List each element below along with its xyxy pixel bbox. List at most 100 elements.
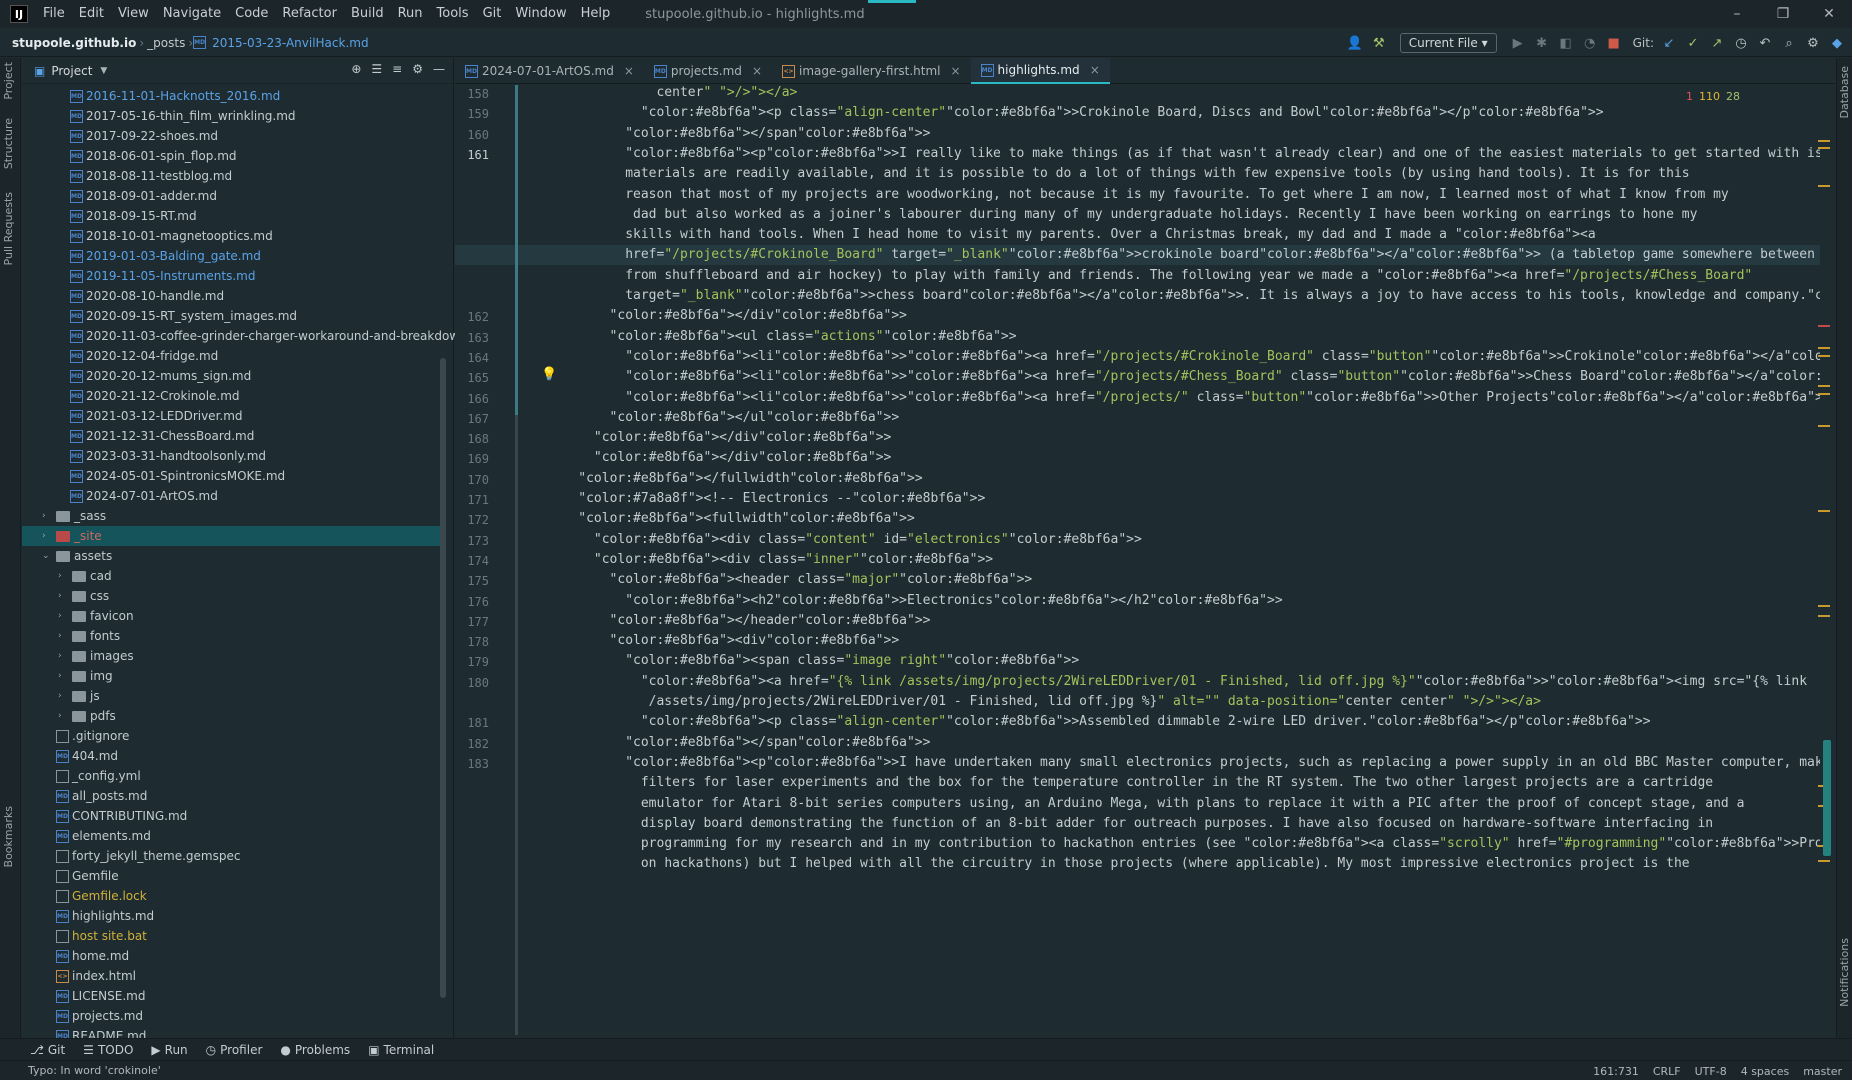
user-icon[interactable]: 👤 [1346, 34, 1364, 52]
tree-item[interactable]: MD all_posts.md [22, 786, 442, 806]
code-line[interactable]: "color:#e8bf6a"><li"color:#e8bf6a">>"col… [625, 369, 1820, 389]
tree-item[interactable]: › js [22, 686, 442, 706]
chevron-down-icon[interactable]: ▼ [100, 66, 107, 76]
menu-git[interactable]: Git [476, 0, 509, 28]
tree-item[interactable]: MD 2016-11-01-Hacknotts_2016.md [22, 86, 442, 106]
tree-item[interactable]: › _site [22, 526, 442, 546]
tree-item[interactable]: › img [22, 666, 442, 686]
hide-icon[interactable]: — [433, 62, 445, 76]
code-line[interactable]: display board demonstrating the function… [625, 816, 1713, 836]
tree-item[interactable]: host site.bat [22, 926, 442, 946]
tree-item[interactable]: _config.yml [22, 766, 442, 786]
stripe-marker[interactable] [1818, 385, 1830, 387]
code-line[interactable]: "color:#e8bf6a"><p"color:#e8bf6a">>I rea… [625, 146, 1820, 166]
code-line[interactable]: materials are readily available, and it … [625, 166, 1689, 186]
code-line[interactable]: "color:#e8bf6a"><li"color:#e8bf6a">>"col… [625, 390, 1820, 410]
stripe-marker[interactable] [1818, 355, 1830, 357]
vcs-change-marker[interactable] [515, 85, 518, 415]
chevron-right-icon[interactable]: › [58, 706, 62, 726]
code-line[interactable]: "color:#e8bf6a"><p class="align-center""… [641, 105, 1604, 125]
error-stripe[interactable] [1818, 85, 1832, 1035]
code-line[interactable]: "color:#7a8a8f"><!-- Electronics --"colo… [578, 491, 985, 511]
tree-item[interactable]: MD 2021-03-12-LEDDriver.md [22, 406, 442, 426]
code-line[interactable]: "color:#e8bf6a"></span"color:#e8bf6a">> [625, 126, 930, 146]
tree-item[interactable]: MD 2018-10-01-magnetooptics.md [22, 226, 442, 246]
tree-item[interactable]: <> index.html [22, 966, 442, 986]
code-line[interactable]: filters for laser experiments and the bo… [625, 775, 1713, 795]
settings-gear-icon[interactable]: ⚙ [1804, 34, 1822, 52]
chevron-down-icon[interactable]: ⌄ [42, 546, 50, 566]
tool-tab-bookmarks[interactable]: Bookmarks [2, 806, 15, 867]
tool-window-terminal[interactable]: ▣ Terminal [368, 1043, 434, 1057]
code-line[interactable]: "color:#e8bf6a"><p"color:#e8bf6a">>I hav… [625, 755, 1820, 775]
tool-window-todo[interactable]: ☰ TODO [83, 1043, 133, 1057]
tree-item[interactable]: MD 2020-11-03-coffee-grinder-charger-work… [22, 326, 482, 346]
chevron-right-icon[interactable]: › [42, 506, 46, 526]
close-tab-icon[interactable]: × [752, 58, 762, 84]
chevron-right-icon[interactable]: › [58, 686, 62, 706]
menu-tools[interactable]: Tools [430, 0, 476, 28]
code-line[interactable]: on hackathons) but I helped with all the… [625, 856, 1690, 876]
code-line[interactable]: "color:#e8bf6a"><span class="image right… [625, 653, 1079, 673]
tool-window-run[interactable]: ▶ Run [151, 1043, 187, 1057]
menu-window[interactable]: Window [508, 0, 573, 28]
tree-item[interactable]: MD 2020-08-10-handle.md [22, 286, 442, 306]
code-line[interactable]: "color:#e8bf6a"></div"color:#e8bf6a">> [610, 308, 907, 328]
code-line[interactable]: "color:#e8bf6a"><ul class="actions""colo… [610, 329, 1017, 349]
tree-item[interactable]: MD home.md [22, 946, 442, 966]
build-hammer-icon[interactable]: ⚒ [1370, 34, 1388, 52]
editor-tab[interactable]: <> image-gallery-first.html × [772, 58, 971, 84]
chevron-right-icon[interactable]: › [58, 586, 62, 606]
tree-item[interactable]: › pdfs [22, 706, 442, 726]
tree-item[interactable]: MD 2023-03-31-handtoolsonly.md [22, 446, 442, 466]
editor-scrollbar-thumb[interactable] [1823, 740, 1831, 856]
editor-tab[interactable]: MD highlights.md × [970, 58, 1110, 84]
menu-code[interactable]: Code [228, 0, 275, 28]
inspection-widget[interactable]: 1 110 28 [1686, 90, 1740, 103]
stripe-marker[interactable] [1818, 347, 1830, 349]
search-icon[interactable]: ⌕ [1780, 34, 1798, 52]
code-line[interactable]: "color:#e8bf6a"></header"color:#e8bf6a">… [610, 613, 931, 633]
run-config-dropdown[interactable]: Current File ▾ [1399, 33, 1497, 53]
close-tab-icon[interactable]: × [624, 58, 634, 84]
tree-item[interactable]: MD 2017-05-16-thin_film_wrinkling.md [22, 106, 442, 126]
menu-edit[interactable]: Edit [72, 0, 111, 28]
breadcrumb-project[interactable]: stupoole.github.io [0, 36, 139, 50]
tree-item[interactable]: MD projects.md [22, 1006, 442, 1026]
app-logo-icon[interactable]: IJ [10, 5, 28, 23]
tree-item[interactable]: Gemfile.lock [22, 886, 442, 906]
project-panel-title[interactable]: Project [51, 64, 92, 78]
tool-tab-pull-requests[interactable]: Pull Requests [2, 192, 15, 265]
menu-view[interactable]: View [111, 0, 156, 28]
rollback-icon[interactable]: ↶ [1756, 34, 1774, 52]
menu-run[interactable]: Run [391, 0, 430, 28]
code-line[interactable]: "color:#e8bf6a"></fullwidth"color:#e8bf6… [578, 471, 922, 491]
history-icon[interactable]: ◷ [1732, 34, 1750, 52]
menu-help[interactable]: Help [574, 0, 618, 28]
coverage-icon[interactable]: ◧ [1557, 34, 1575, 52]
menu-build[interactable]: Build [344, 0, 391, 28]
tree-item[interactable]: ⌄ assets [22, 546, 442, 566]
run-icon[interactable]: ▶ [1509, 34, 1527, 52]
intention-bulb-icon[interactable]: 💡 [541, 367, 557, 382]
tree-item[interactable]: › images [22, 646, 442, 666]
breadcrumb-folder[interactable]: _posts [144, 36, 188, 50]
chevron-right-icon[interactable]: › [58, 626, 62, 646]
tree-item[interactable]: MD 2020-20-12-mums_sign.md [22, 366, 442, 386]
locate-icon[interactable]: ⊕ [351, 62, 361, 76]
code-line[interactable]: "color:#e8bf6a"><div class="inner""color… [594, 552, 993, 572]
tree-item[interactable]: MD 2021-12-31-ChessBoard.md [22, 426, 442, 446]
tree-item[interactable]: MD LICENSE.md [22, 986, 442, 1006]
git-branch[interactable]: master [1803, 1065, 1842, 1078]
code-line[interactable]: "color:#e8bf6a"></span"color:#e8bf6a">> [625, 735, 930, 755]
code-line[interactable]: dad but also worked as a joiner's labour… [625, 207, 1697, 227]
tree-item[interactable]: MD 2018-09-01-adder.md [22, 186, 442, 206]
tool-tab-notifications[interactable]: Notifications [1838, 938, 1851, 1007]
tree-item[interactable]: MD 2020-12-04-fridge.md [22, 346, 442, 366]
code-line[interactable]: reason that most of my projects are wood… [625, 187, 1729, 207]
code-line[interactable]: target="_blank""color:#e8bf6a">>chess bo… [625, 288, 1820, 308]
tree-item[interactable]: › favicon [22, 606, 442, 626]
stripe-marker[interactable] [1818, 393, 1830, 395]
code-line[interactable]: "color:#e8bf6a"><p class="align-center""… [641, 714, 1651, 734]
profile-icon[interactable]: ◔ [1581, 34, 1599, 52]
